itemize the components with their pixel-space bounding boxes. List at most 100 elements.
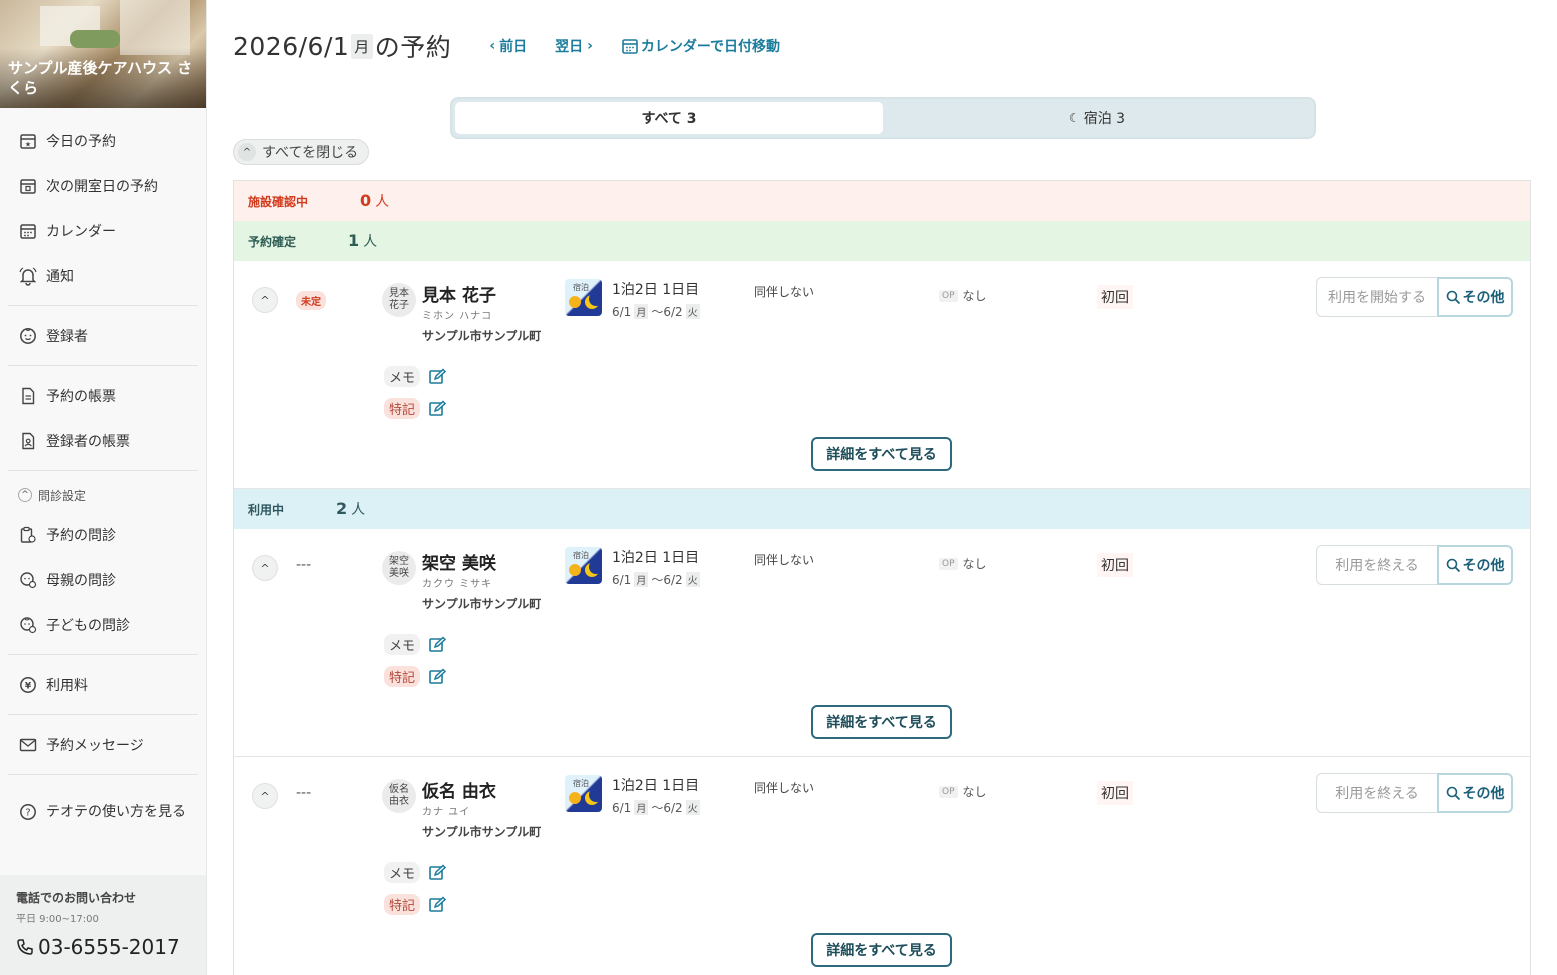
edit-icon[interactable] <box>428 399 447 418</box>
guest-kana: ミホン ハナコ <box>422 311 493 322</box>
edit-icon[interactable] <box>428 367 447 386</box>
sidebar-item-label: 今日の予約 <box>46 133 116 150</box>
page-title-date: 2026/6/1 <box>233 31 350 61</box>
contact-phone[interactable]: 03-6555-2017 <box>16 935 190 959</box>
option-value: なし <box>962 557 987 571</box>
stay-icon-label: 宿泊 <box>573 779 589 788</box>
next-day-link[interactable]: 翌日 › <box>555 36 593 56</box>
stay-icon-moon-cut <box>589 788 602 802</box>
sidebar-item-help[interactable]: ? テオテの使い方を見る <box>8 782 198 842</box>
companion: 同伴しない <box>754 285 815 299</box>
sidebar-item-label: 子どもの問診 <box>46 617 130 634</box>
status-bar-inuse: 利用中 2人 <box>234 489 1530 529</box>
other-button[interactable]: その他 <box>1437 773 1513 813</box>
date-sep: 〜 <box>651 305 664 319</box>
stay-icon-label: 宿泊 <box>573 551 589 560</box>
other-button-label: その他 <box>1462 786 1505 802</box>
view-details-button[interactable]: 詳細をすべて見る <box>811 933 952 967</box>
calendar-jump-link[interactable]: カレンダーで日付移動 <box>621 36 780 56</box>
dow-from: 月 <box>634 304 649 319</box>
stay-icon-label: 宿泊 <box>573 283 589 292</box>
tab-stay[interactable]: ☾ 宿泊 3 <box>883 102 1311 134</box>
status-bar-confirmed: 予約確定 1人 <box>234 221 1530 261</box>
collapse-all-button[interactable]: ^ すべてを閉じる <box>233 139 370 165</box>
end-use-button[interactable]: 利用を終える <box>1316 773 1437 813</box>
date-sep: 〜 <box>651 801 664 815</box>
other-button[interactable]: その他 <box>1437 277 1513 317</box>
moon-sun-icon: ☾ <box>1068 111 1080 125</box>
state-text: --- <box>296 785 312 801</box>
calendar-icon <box>18 221 38 241</box>
note-row: 特記 <box>384 894 447 915</box>
sidebar-item-label: 予約メッセージ <box>46 737 144 754</box>
next-day-label: 翌日 <box>555 39 584 55</box>
sidebar-item-registrants[interactable]: 登録者 <box>8 313 198 358</box>
sidebar-item-label: 通知 <box>46 268 74 285</box>
row-collapse-toggle[interactable]: ^ <box>252 783 278 809</box>
sidebar-item-calendar[interactable]: カレンダー <box>8 208 198 253</box>
dow-to: 火 <box>685 304 700 319</box>
sidebar-divider <box>8 470 198 471</box>
memo-row: メモ <box>384 634 447 655</box>
sidebar-item-label: 母親の問診 <box>46 572 116 589</box>
sidebar-nav: ★ 今日の予約 次の開室日の予約 カレンダー 通知 登録者 予約の帳票 登録者の… <box>0 108 206 842</box>
stay-icon-sun <box>569 792 581 804</box>
guest-address: サンプル市サンプル町 <box>422 597 542 611</box>
stay-icon-moon-cut <box>589 292 602 306</box>
status-count: 0人 <box>360 191 389 211</box>
page-title-dow: 月 <box>351 33 373 59</box>
sidebar-item-reservation-forms[interactable]: 予約の帳票 <box>8 373 198 418</box>
reservation-row: ^ --- 仮名 由衣 仮名 由衣 カナ ユイ サンプル市サンプル町 宿泊 1泊… <box>234 757 1530 975</box>
sidebar-item-next-open[interactable]: 次の開室日の予約 <box>8 163 198 208</box>
page-header: 2026/6/1 月 の予約 ‹ 前日 翌日 › カレンダーで日付移動 <box>233 30 780 63</box>
other-button[interactable]: その他 <box>1437 545 1513 585</box>
svg-text:?: ? <box>25 808 30 819</box>
guest-name[interactable]: 仮名 由衣 <box>422 777 496 802</box>
companion: 同伴しない <box>754 553 815 567</box>
sidebar-item-label: 登録者 <box>46 328 88 345</box>
baby-face-icon <box>18 326 38 346</box>
date-to: 6/2 <box>663 304 683 319</box>
sidebar-item-notifications[interactable]: 通知 <box>8 253 198 298</box>
facility-banner[interactable]: サンプル産後ケアハウス さくら <box>0 0 206 108</box>
sidebar-divider <box>8 365 198 366</box>
edit-icon[interactable] <box>428 667 447 686</box>
guest-address: サンプル市サンプル町 <box>422 329 542 343</box>
sidebar-item-today[interactable]: ★ 今日の予約 <box>8 118 198 163</box>
dow-to: 火 <box>685 800 700 815</box>
guest-name[interactable]: 架空 美咲 <box>422 549 496 574</box>
stay-dates: 6/1 月〜 6/2 火 <box>612 571 703 588</box>
edit-icon[interactable] <box>428 635 447 654</box>
view-details-button[interactable]: 詳細をすべて見る <box>811 437 952 471</box>
edit-icon[interactable] <box>428 863 447 882</box>
guest-name[interactable]: 見本 花子 <box>422 281 496 306</box>
memo-row: メモ <box>384 862 447 883</box>
row-collapse-toggle[interactable]: ^ <box>252 287 278 313</box>
view-details-button[interactable]: 詳細をすべて見る <box>811 705 952 739</box>
end-use-button[interactable]: 利用を終える <box>1316 545 1437 585</box>
reservation-panel: 施設確認中 0人 予約確定 1人 ^ 未定 見本 花子 見本 花子 ミホン ハナ… <box>233 180 1531 975</box>
reservation-row: ^ 未定 見本 花子 見本 花子 ミホン ハナコ サンプル市サンプル町 宿泊 1… <box>234 261 1530 489</box>
sidebar-item-child-interview[interactable]: 子どもの問診 <box>8 602 198 647</box>
tab-all[interactable]: すべて 3 <box>455 102 883 134</box>
sidebar-item-reservation-interview[interactable]: 予約の問診 <box>8 512 198 557</box>
reservation-row: ^ --- 架空 美咲 架空 美咲 カクウ ミサキ サンプル市サンプル町 宿泊 … <box>234 529 1530 757</box>
stay-dates: 6/1 月〜 6/2 火 <box>612 799 703 816</box>
option-value: なし <box>962 785 987 799</box>
start-use-button[interactable]: 利用を開始する <box>1316 277 1437 317</box>
status-count: 1人 <box>348 231 377 251</box>
sidebar-item-mother-interview[interactable]: 母親の問診 <box>8 557 198 602</box>
sidebar-item-registrant-forms[interactable]: 登録者の帳票 <box>8 418 198 463</box>
status-count-value: 0 <box>360 191 372 210</box>
facility-photo-plant <box>70 30 120 48</box>
row-collapse-toggle[interactable]: ^ <box>252 555 278 581</box>
sidebar-item-fees[interactable]: ¥ 利用料 <box>8 662 198 707</box>
sidebar-item-messages[interactable]: 予約メッセージ <box>8 722 198 767</box>
visit-type: 初回 <box>1097 553 1133 577</box>
sidebar-group-interview-settings[interactable]: ^ 問診設定 <box>8 478 198 512</box>
sidebar: サンプル産後ケアハウス さくら ★ 今日の予約 次の開室日の予約 カレンダー 通… <box>0 0 207 975</box>
prev-day-link[interactable]: ‹ 前日 <box>489 36 527 56</box>
clipboard-icon <box>18 525 38 545</box>
edit-icon[interactable] <box>428 895 447 914</box>
visit-type: 初回 <box>1097 285 1133 309</box>
